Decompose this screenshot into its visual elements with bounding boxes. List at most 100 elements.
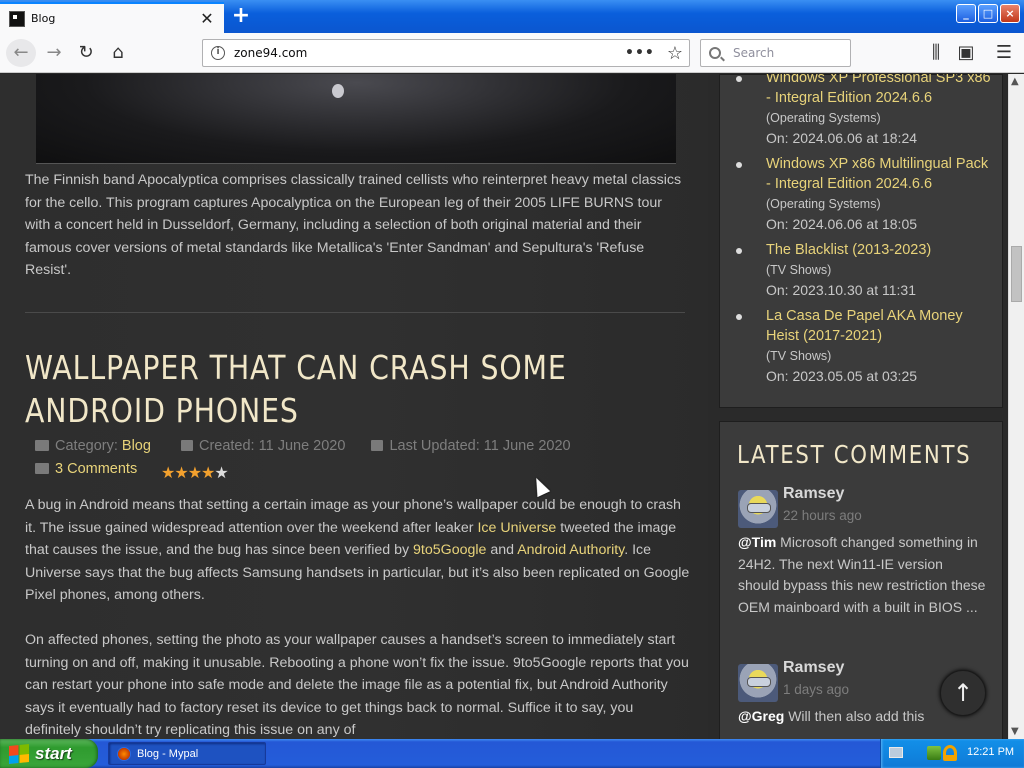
reload-icon[interactable]: ↻ xyxy=(72,39,100,67)
bullet xyxy=(736,314,742,320)
scroll-down-arrow-icon[interactable]: ▼ xyxy=(1011,726,1019,737)
start-label: start xyxy=(35,743,72,763)
navigation-toolbar: ← → ↻ ⌂ i zone94.com ••• ☆ Search ⫼ ▣ ☰ xyxy=(0,33,1024,73)
latest-item-title[interactable]: Windows XP Professional SP3 x86 - Integr… xyxy=(766,74,996,108)
maximize-window-button[interactable]: □ xyxy=(978,4,998,23)
main-content: The Finnish band Apocalyptica comprises … xyxy=(0,74,708,739)
rating-stars[interactable]: ★★★★★ xyxy=(161,463,229,482)
scroll-up-arrow-icon[interactable]: ▲ xyxy=(1011,76,1019,87)
comment-mention: @Tim xyxy=(738,534,777,550)
network-icon[interactable] xyxy=(927,746,941,760)
latest-item-category: (Operating Systems) xyxy=(766,197,881,211)
page-viewport: The Finnish band Apocalyptica comprises … xyxy=(0,74,1008,739)
search-icon xyxy=(709,47,721,59)
latest-item-date: On: 2023.05.05 at 03:25 xyxy=(766,368,918,384)
latest-item-date: On: 2024.06.06 at 18:05 xyxy=(766,216,918,232)
category-link[interactable]: Blog xyxy=(122,438,151,454)
comment-body[interactable]: @Tim Microsoft changed something in 24H2… xyxy=(738,532,988,618)
latest-item[interactable]: The Blacklist (2013-2023) (TV Shows) On:… xyxy=(736,240,996,300)
search-placeholder: Search xyxy=(733,46,775,60)
stage-light xyxy=(332,84,344,98)
comments-link[interactable]: 3 Comments xyxy=(55,461,137,477)
created-date: Created: 11 June 2020 xyxy=(198,438,346,454)
close-tab-icon[interactable]: ✕ xyxy=(196,9,218,28)
latest-item[interactable]: Windows XP x86 Multilingual Pack - Integ… xyxy=(736,154,996,234)
link-ice-universe[interactable]: Ice Universe xyxy=(477,520,556,536)
forward-arrow-icon[interactable]: → xyxy=(40,39,68,67)
comment-mention: @Greg xyxy=(738,708,785,724)
latest-item[interactable]: Windows XP Professional SP3 x86 - Integr… xyxy=(736,74,996,148)
taskbar: start Blog - Mypal 12:21 PM xyxy=(0,739,1024,768)
article-meta: Category: Blog Created: 11 June 2020 Las… xyxy=(35,438,571,454)
library-icon[interactable]: ⫼ xyxy=(922,39,950,67)
taskbar-item-browser[interactable]: Blog - Mypal xyxy=(108,742,266,765)
taskbar-item-label: Blog - Mypal xyxy=(137,747,199,760)
article-divider xyxy=(25,312,685,313)
prev-article-paragraph: The Finnish band Apocalyptica comprises … xyxy=(25,172,682,278)
updated-date: Last Updated: 11 June 2020 xyxy=(389,438,571,454)
article-title[interactable]: WALLPAPER THAT CAN CRASH SOME ANDROID PH… xyxy=(25,346,606,432)
back-arrow-icon[interactable]: ← xyxy=(6,39,36,67)
star-filled-icon[interactable]: ★ xyxy=(188,463,202,482)
hamburger-menu-icon[interactable]: ☰ xyxy=(990,39,1018,67)
security-key-icon[interactable] xyxy=(943,745,957,761)
page-scrollbar[interactable]: ▲ ▼ xyxy=(1008,74,1024,739)
latest-item[interactable]: La Casa De Papel AKA Money Heist (2017-2… xyxy=(736,306,996,386)
category-label: Category: xyxy=(55,438,118,454)
url-text[interactable]: zone94.com xyxy=(234,46,625,60)
comment-text: Microsoft changed something in 24H2. The… xyxy=(738,534,986,615)
minimize-window-button[interactable]: _ xyxy=(956,4,976,23)
site-info-icon[interactable]: i xyxy=(211,46,225,60)
bullet xyxy=(736,76,742,82)
sidebar-toggle-icon[interactable]: ▣ xyxy=(952,39,980,67)
star-filled-icon[interactable]: ★ xyxy=(201,463,215,482)
comment-author[interactable]: Ramsey xyxy=(783,485,844,503)
start-button[interactable]: start xyxy=(0,739,98,768)
comment-text: Will then also add this xyxy=(784,708,925,724)
sidebar: Windows XP Professional SP3 x86 - Integr… xyxy=(708,74,1008,739)
latest-item-date: On: 2024.06.06 at 18:24 xyxy=(766,130,918,146)
clock[interactable]: 12:21 PM xyxy=(967,746,1014,758)
link-9to5google[interactable]: 9to5Google xyxy=(413,542,486,558)
title-bar: Blog ✕ + _ □ × xyxy=(0,0,1024,33)
windows-logo-icon xyxy=(9,743,29,764)
calendar-icon xyxy=(180,440,193,451)
link-android-authority[interactable]: Android Authority xyxy=(517,542,624,558)
concert-image xyxy=(36,74,676,164)
back-to-top-button[interactable]: ↑ xyxy=(940,670,986,716)
tab-title: Blog xyxy=(31,12,56,25)
comment-time: 22 hours ago xyxy=(783,508,862,523)
avatar[interactable] xyxy=(738,664,778,702)
site-favicon-icon xyxy=(9,10,25,27)
url-bar[interactable]: i zone94.com ••• ☆ xyxy=(202,39,690,67)
latest-item-title[interactable]: The Blacklist (2013-2023) xyxy=(766,240,996,260)
comments-meta: 3 Comments xyxy=(35,461,137,477)
page-actions-icon[interactable]: ••• xyxy=(625,45,655,61)
bullet xyxy=(736,162,742,168)
latest-item-title[interactable]: La Casa De Papel AKA Money Heist (2017-2… xyxy=(766,306,996,346)
tab-blog[interactable]: Blog ✕ xyxy=(0,2,224,33)
search-input[interactable]: Search xyxy=(700,39,851,67)
scroll-thumb[interactable] xyxy=(1011,246,1022,302)
bookmark-star-icon[interactable]: ☆ xyxy=(667,43,683,64)
latest-item-title[interactable]: Windows XP x86 Multilingual Pack - Integ… xyxy=(766,154,996,194)
keyboard-icon[interactable] xyxy=(889,747,903,758)
avatar[interactable] xyxy=(738,490,778,528)
p1-text-3: and xyxy=(486,542,518,558)
bullet xyxy=(736,248,742,254)
calendar-edit-icon xyxy=(371,440,384,451)
latest-comments-heading: LATEST COMMENTS xyxy=(737,440,972,469)
comment-time: 1 days ago xyxy=(783,682,850,697)
star-filled-icon[interactable]: ★ xyxy=(174,463,188,482)
close-window-button[interactable]: × xyxy=(1000,4,1020,23)
star-filled-icon[interactable]: ★ xyxy=(161,463,175,482)
article-paragraph-2: On affected phones, setting the photo as… xyxy=(25,632,689,738)
star-empty-icon[interactable]: ★ xyxy=(214,463,228,482)
home-icon[interactable]: ⌂ xyxy=(104,39,132,67)
latest-item-category: (TV Shows) xyxy=(766,263,832,277)
article-paragraph-1: A bug in Android means that setting a ce… xyxy=(25,494,690,607)
folder-icon xyxy=(35,440,49,451)
comment-author[interactable]: Ramsey xyxy=(783,659,844,677)
latest-item-category: (TV Shows) xyxy=(766,349,832,363)
new-tab-button[interactable]: + xyxy=(228,4,254,30)
